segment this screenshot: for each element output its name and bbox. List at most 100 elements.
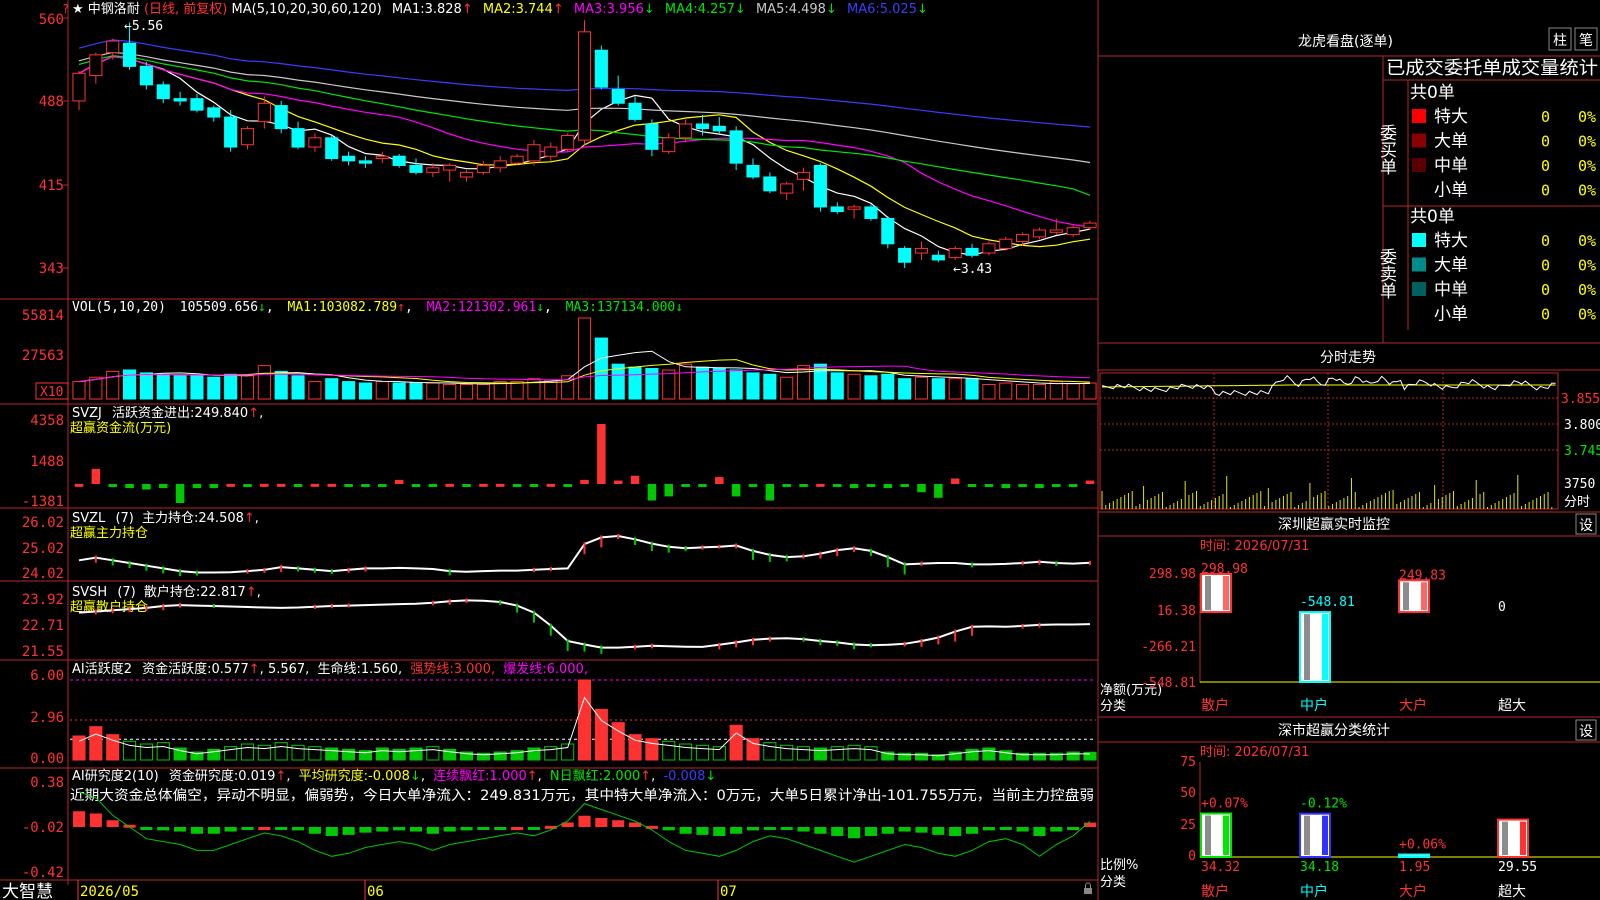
svzj-bar	[765, 483, 775, 501]
price-axis: 560 488 415 343	[39, 12, 64, 277]
row-pct: 0%	[1578, 157, 1596, 175]
vol-unit: X10	[40, 385, 63, 400]
period-label[interactable]: (日线, 前复权)	[144, 1, 227, 17]
ai2-bar	[679, 827, 692, 834]
ai2-bar	[460, 827, 473, 831]
candle	[830, 206, 844, 213]
svzj-bar	[209, 483, 219, 489]
ai2-bar	[864, 827, 878, 836]
svzj-bar	[546, 483, 556, 487]
svsh-tick	[718, 642, 721, 650]
fenshi-price-line	[1101, 374, 1556, 396]
svsh-tick	[819, 639, 822, 646]
arrow-down-icon: ↓	[410, 769, 421, 784]
star-icon: ★	[72, 2, 84, 17]
svsh-tick	[94, 609, 97, 615]
svg-text:3750: 3750	[1564, 477, 1595, 492]
ai2-bar	[258, 827, 271, 830]
svzl-tick	[195, 570, 198, 576]
bar-category: 超大	[1498, 884, 1526, 900]
candle	[325, 137, 339, 160]
svzj-bar	[816, 483, 825, 487]
volume-bar	[1066, 383, 1080, 400]
tab-zhu-label: 柱	[1553, 33, 1567, 49]
svg-text:6.00: 6.00	[30, 668, 64, 684]
ma2-label: MA2:	[483, 2, 516, 17]
ai2-axis: 0.38 -0.02 -0.42	[22, 775, 64, 881]
ma4-label: MA4:	[665, 2, 698, 17]
ai2-bar	[831, 827, 844, 836]
bar-value: -548.81	[1300, 595, 1355, 610]
volume-bar	[358, 382, 373, 400]
ai2-bar	[965, 827, 979, 834]
ai1-bar	[729, 724, 743, 761]
candle	[813, 164, 827, 208]
candle	[443, 164, 457, 171]
row-count: 0	[1541, 182, 1550, 200]
ma1-value: 3.828	[425, 2, 462, 17]
ai2-bar	[511, 827, 524, 830]
svzj-bar	[276, 483, 286, 487]
arrow-down-icon: ↓	[735, 2, 746, 17]
svzj-bar	[613, 480, 623, 484]
candle	[712, 125, 726, 132]
lock-icon[interactable]	[1084, 882, 1092, 894]
svzj-bar	[175, 483, 185, 503]
arrow-up-icon: ↑	[246, 585, 257, 600]
svzl-tick	[600, 535, 603, 548]
svzj-bar	[664, 483, 673, 497]
low-annotation: ←3.43	[953, 262, 992, 277]
svzj-bar	[698, 483, 707, 487]
svzj-bar	[394, 479, 404, 484]
vol-value: 105509.656	[180, 300, 258, 315]
settings-icon: 设	[1579, 518, 1593, 534]
legend-swatch	[1412, 158, 1426, 172]
ai2-bar	[89, 813, 102, 827]
svsh-tick	[869, 643, 872, 648]
chart-frame	[0, 0, 1099, 900]
volume-bar	[375, 381, 389, 400]
row-count: 0	[1541, 257, 1550, 275]
volume-bar	[948, 378, 962, 400]
ai2-bar	[1016, 827, 1029, 832]
candle	[173, 98, 187, 102]
ma6-label: MA6:	[847, 2, 880, 17]
svzl-tick	[1089, 560, 1091, 565]
svsh-tick	[802, 637, 805, 642]
svg-text:298.98: 298.98	[1149, 567, 1196, 582]
row-pct: 0%	[1578, 232, 1596, 250]
ai2-bar	[207, 827, 220, 834]
svzj-bar	[1001, 483, 1010, 489]
ai2-bar	[780, 827, 793, 830]
candle	[931, 254, 945, 261]
ai2-bar	[140, 827, 153, 830]
volume-bar	[156, 373, 170, 400]
settings-badge[interactable]: ?	[62, 2, 69, 16]
svzl-tick	[634, 537, 637, 546]
ai1-bar	[813, 747, 827, 761]
svg-text:-1381: -1381	[22, 494, 64, 510]
arrow-down-icon: ↓	[644, 2, 655, 17]
svsh-tick	[566, 639, 569, 652]
svzj-bar	[361, 483, 370, 487]
volume-bars	[72, 317, 1097, 400]
svg-text:2026/05: 2026/05	[80, 884, 139, 900]
bar-value: 34.32	[1201, 860, 1240, 875]
sz-monitor-chart: 298.98 散户 -548.81 中户 249.83 大户 0 超大	[1199, 562, 1600, 714]
svzl-tick	[94, 555, 97, 563]
row-name: 中单	[1434, 280, 1468, 300]
volume-bar	[914, 376, 929, 400]
bar-category: 散户	[1201, 697, 1229, 714]
ai2-bar	[612, 820, 625, 827]
arrow-down-icon: ↓	[826, 2, 837, 17]
ai2-bar	[662, 827, 675, 831]
svsh-tick	[179, 603, 182, 608]
sz-monitor-title: 深圳超赢实时监控	[1278, 516, 1390, 533]
volume-bar	[1083, 382, 1097, 400]
svzj-bar	[74, 483, 84, 487]
candle	[139, 65, 153, 86]
row-count: 0	[1541, 281, 1550, 299]
sell-rows: 特大 0 0% 大单 0 0% 中单 0 0% 小单 0 0%	[1412, 231, 1596, 325]
ai2-bar	[342, 827, 355, 835]
svsh-tick	[128, 607, 131, 613]
